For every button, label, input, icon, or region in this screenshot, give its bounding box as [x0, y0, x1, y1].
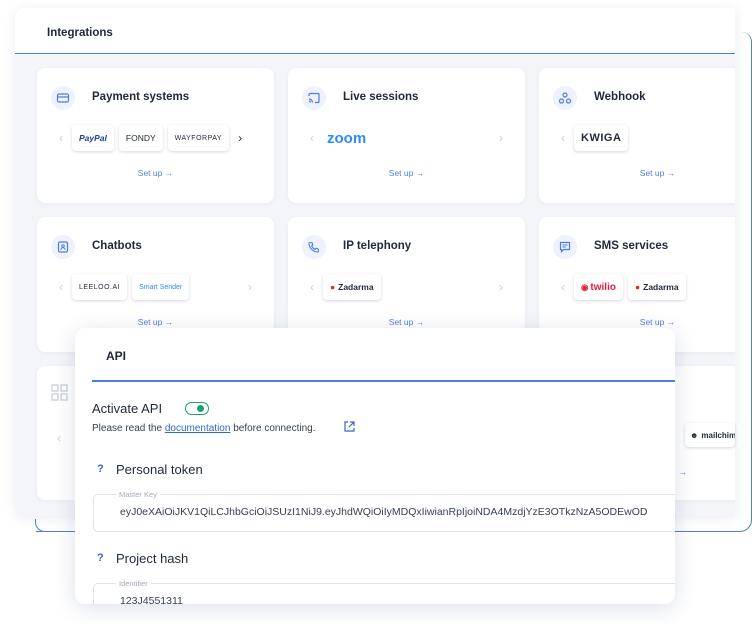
chevron-left-icon[interactable]: ‹	[55, 131, 67, 145]
credit-card-icon	[51, 86, 75, 110]
panel-header: Integrations	[15, 8, 735, 54]
chevron-left-icon[interactable]: ‹	[306, 280, 318, 294]
chevron-left-icon[interactable]: ‹	[306, 131, 318, 145]
setup-link[interactable]: →	[678, 467, 687, 477]
api-modal: API Activate API Please read the documen…	[75, 328, 675, 604]
activate-label: Activate API	[92, 401, 163, 416]
identifier-field[interactable]: Identifier 123J4551311	[93, 579, 675, 604]
master-key-field[interactable]: Master Key eyJ0eXAiOiJKV1QiLCJhbGciOiJSU…	[93, 490, 675, 532]
api-note: Please read the documentation before con…	[92, 423, 316, 434]
card-title: Payment systems	[92, 91, 190, 103]
logo-carousel: ‹ ● Zadarma ›	[306, 274, 507, 300]
logo-mailchimp[interactable]: ☻ mailchim	[685, 423, 735, 447]
setup-link[interactable]: Set up →	[539, 168, 735, 178]
setup-link[interactable]: Set up →	[288, 317, 525, 327]
card-title: Webhook	[594, 91, 646, 103]
field-label: Master Key	[116, 490, 160, 499]
card-title: IP telephony	[343, 240, 412, 252]
activate-api-toggle[interactable]	[185, 402, 209, 415]
divider	[92, 380, 675, 382]
field-label: Identifier	[116, 579, 151, 588]
identifier-value[interactable]: 123J4551311	[120, 595, 183, 604]
card-webhook[interactable]: Webhook ‹ KWIGA Set up →	[539, 68, 735, 203]
card-payment-systems[interactable]: Payment systems ‹ PayPal FONDY WAYFORPAY…	[37, 68, 274, 203]
api-title: API	[106, 349, 127, 363]
help-icon[interactable]: ?	[97, 463, 104, 475]
logo-carousel: ‹ LEELOO.AI Smart Sender ›	[55, 274, 256, 300]
logo-fondy[interactable]: FONDY	[118, 125, 163, 151]
logo-kwiga[interactable]: KWIGA	[574, 125, 629, 151]
logo-wayforpay[interactable]: WAYFORPAY	[167, 125, 230, 151]
setup-link[interactable]: Set up →	[539, 317, 735, 327]
chevron-right-icon[interactable]: ›	[234, 131, 246, 145]
external-link-icon[interactable]	[343, 420, 356, 433]
phone-icon	[302, 235, 326, 259]
logo-zoom[interactable]: zoom	[323, 125, 371, 151]
setup-link[interactable]: Set up →	[37, 317, 274, 327]
message-icon	[553, 235, 577, 259]
chevron-left-icon[interactable]: ‹	[55, 280, 67, 294]
logo-carousel: ‹ KWIGA	[557, 125, 735, 151]
logo-paypal[interactable]: PayPal	[72, 125, 114, 151]
logo-carousel: ‹ PayPal FONDY WAYFORPAY ›	[55, 125, 256, 151]
setup-link[interactable]: Set up →	[37, 168, 274, 178]
panel-title: Integrations	[47, 27, 113, 39]
bot-icon	[51, 235, 75, 259]
chevron-right-icon[interactable]: ›	[495, 280, 507, 294]
card-title: Live sessions	[343, 91, 419, 103]
logo-carousel: ‹ ◉ twilio ● Zadarma	[557, 274, 735, 300]
card-title: Chatbots	[92, 240, 142, 252]
card-live-sessions[interactable]: Live sessions ‹ zoom › Set up →	[288, 68, 525, 203]
logo-twilio[interactable]: ◉ twilio	[574, 274, 623, 300]
help-icon[interactable]: ?	[97, 552, 104, 564]
toggle-knob	[197, 404, 204, 412]
setup-link[interactable]: Set up →	[288, 168, 525, 178]
chevron-right-icon[interactable]: ›	[495, 131, 507, 145]
chevron-left-icon[interactable]: ‹	[557, 131, 569, 145]
grid-icon	[51, 384, 68, 401]
chevron-left-icon[interactable]: ‹	[557, 280, 569, 294]
logo-smart-sender[interactable]: Smart Sender	[132, 274, 190, 300]
hash-title: Project hash	[116, 551, 189, 566]
logo-leeloo[interactable]: LEELOO.AI	[72, 274, 128, 300]
master-key-value[interactable]: eyJ0eXAiOiJKV1QiLCJhbGciOiJSUzI1NiJ9.eyJ…	[120, 506, 647, 518]
logo-zadarma[interactable]: ● Zadarma	[323, 274, 381, 300]
cast-icon	[302, 86, 326, 110]
chevron-right-icon[interactable]: ›	[244, 280, 256, 294]
logo-carousel: ‹ zoom ›	[306, 125, 507, 151]
card-title: SMS services	[594, 240, 669, 252]
chevron-left-icon[interactable]: ‹	[57, 431, 61, 445]
webhook-icon	[553, 86, 577, 110]
documentation-link[interactable]: documentation	[165, 423, 231, 434]
token-title: Personal token	[116, 462, 203, 477]
logo-zadarma[interactable]: ● Zadarma	[627, 274, 686, 300]
